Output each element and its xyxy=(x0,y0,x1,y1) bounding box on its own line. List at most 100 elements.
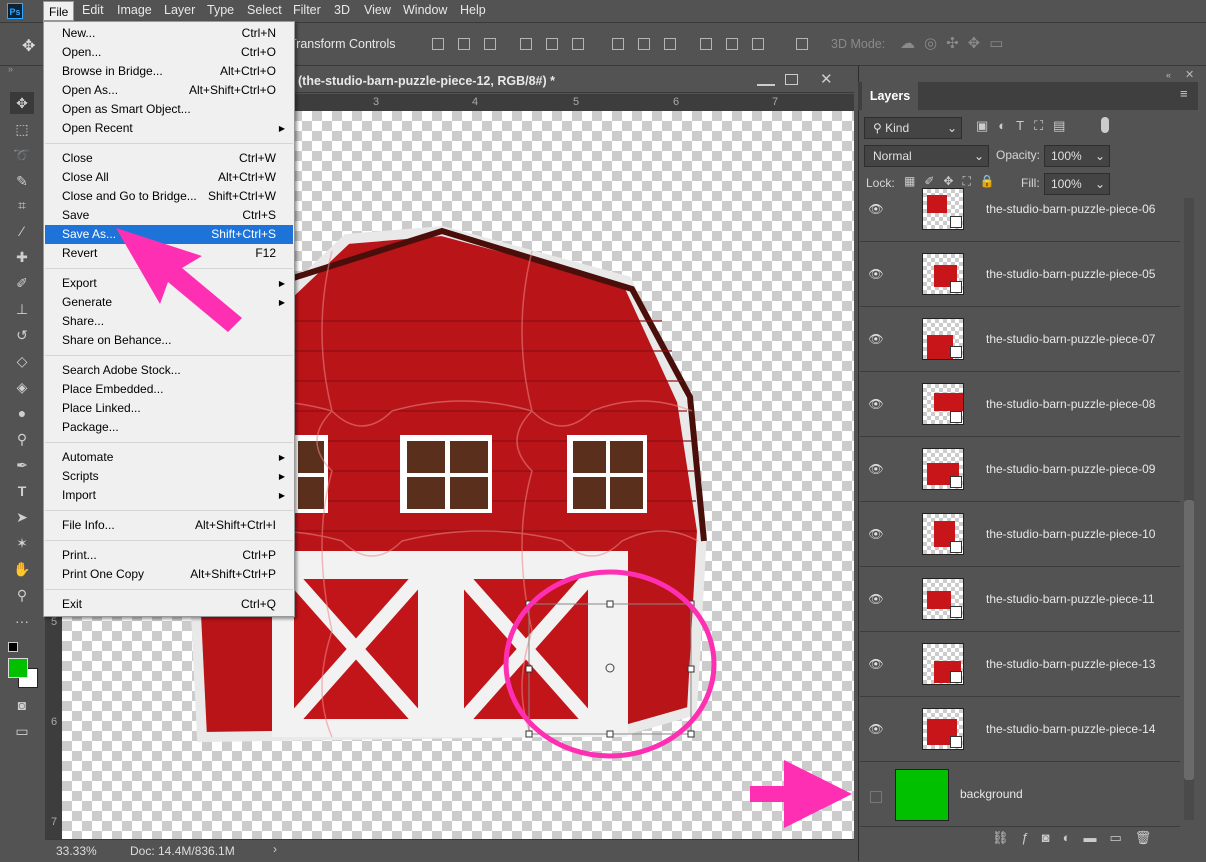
paint-bucket-tool-icon[interactable]: ◈ xyxy=(10,376,34,398)
menu-item-place-embedded[interactable]: Place Embedded... xyxy=(45,380,293,399)
type-tool-icon[interactable]: T xyxy=(10,480,34,502)
layer-name[interactable]: the-studio-barn-puzzle-piece-05 xyxy=(986,267,1155,281)
menu-item-place-linked[interactable]: Place Linked... xyxy=(45,399,293,418)
menu-filter[interactable]: Filter xyxy=(293,3,321,17)
layer-name[interactable]: background xyxy=(960,787,1023,801)
move-tool-icon[interactable]: ✥ xyxy=(10,92,34,114)
layer-footer-icons[interactable]: ⛓ƒ◙◐▬▭🗑 xyxy=(992,830,1164,846)
more-tools-icon[interactable]: ··· xyxy=(10,610,34,632)
maximize-icon[interactable] xyxy=(785,74,798,85)
lasso-tool-icon[interactable]: ➰ xyxy=(10,144,34,166)
crop-tool-icon[interactable]: ⌗ xyxy=(10,194,34,216)
menu-item-new[interactable]: New... Ctrl+N xyxy=(45,24,293,43)
menu-view[interactable]: View xyxy=(364,3,391,17)
clone-stamp-tool-icon[interactable]: ⊥ xyxy=(10,298,34,320)
visibility-eye-icon[interactable]: 👁 xyxy=(868,527,884,541)
transform-controls-label[interactable]: Transform Controls xyxy=(289,37,396,51)
screen-mode-icon[interactable]: ▭ xyxy=(10,720,34,742)
visibility-eye-icon[interactable]: 👁 xyxy=(868,202,884,216)
menu-file[interactable]: File xyxy=(43,1,75,21)
tab-layers[interactable]: Layers xyxy=(862,82,918,110)
align-top-icon[interactable] xyxy=(432,38,444,50)
align-right-icon[interactable] xyxy=(572,38,584,50)
menu-item-close-all[interactable]: Close All Alt+Ctrl+W xyxy=(45,168,293,187)
visibility-eye-icon[interactable]: 👁 xyxy=(868,332,884,346)
layer-name[interactable]: the-studio-barn-puzzle-piece-06 xyxy=(986,202,1155,216)
visibility-eye-icon[interactable]: 👁 xyxy=(868,397,884,411)
layer-name[interactable]: the-studio-barn-puzzle-piece-13 xyxy=(986,657,1155,671)
brush-tool-icon[interactable]: ✐ xyxy=(10,272,34,294)
menu-item-print[interactable]: Print... Ctrl+P xyxy=(45,546,293,565)
menu-layer[interactable]: Layer xyxy=(164,3,195,17)
menu-item-file-info[interactable]: File Info... Alt+Shift+Ctrl+I xyxy=(45,516,293,535)
menu-item-close-and-go-to-bridge[interactable]: Close and Go to Bridge... Shift+Ctrl+W xyxy=(45,187,293,206)
menu-image[interactable]: Image xyxy=(117,3,152,17)
hand-tool-icon[interactable]: ✋ xyxy=(10,558,34,580)
menu-item-import[interactable]: Import ▶ xyxy=(45,486,293,505)
zoom-tool-icon[interactable]: ⚲ xyxy=(10,584,34,606)
align-hcenter-icon[interactable] xyxy=(546,38,558,50)
foreground-color-swatch[interactable] xyxy=(8,658,28,678)
filter-type-icons[interactable]: ▣◐T⛶▤ xyxy=(976,118,1075,134)
blur-tool-icon[interactable]: ● xyxy=(10,402,34,424)
distribute-vcenter-icon[interactable] xyxy=(638,38,650,50)
quick-mask-icon[interactable]: ◙ xyxy=(10,694,34,716)
collapse-icon[interactable]: « xyxy=(1166,70,1171,80)
menu-3d[interactable]: 3D xyxy=(334,3,350,17)
panel-close-icon[interactable]: ✕ xyxy=(1185,68,1194,81)
visibility-eye-icon[interactable]: 👁 xyxy=(868,462,884,476)
menu-item-open-recent[interactable]: Open Recent ▶ xyxy=(45,119,293,138)
marquee-tool-icon[interactable]: ⬚ xyxy=(10,118,34,140)
pen-tool-icon[interactable]: ✒ xyxy=(10,454,34,476)
opacity-input[interactable]: 100% ⌄ xyxy=(1044,145,1110,167)
scrollbar-thumb[interactable] xyxy=(1184,500,1194,780)
distribute-hcenter-icon[interactable] xyxy=(726,38,738,50)
distribute-left-icon[interactable] xyxy=(700,38,712,50)
align-left-icon[interactable] xyxy=(520,38,532,50)
visibility-eye-icon[interactable]: 👁 xyxy=(868,592,884,606)
distribute-right-icon[interactable] xyxy=(752,38,764,50)
3d-mode-icons[interactable]: ☁◎✣✥▭ xyxy=(900,34,1012,52)
menu-select[interactable]: Select xyxy=(247,3,282,17)
distribute-bottom-icon[interactable] xyxy=(664,38,676,50)
minimize-icon[interactable] xyxy=(757,72,775,86)
default-colors-icon[interactable] xyxy=(8,642,18,652)
auto-align-icon[interactable] xyxy=(796,38,808,50)
filter-toggle-icon[interactable] xyxy=(1101,117,1109,133)
layer-name[interactable]: the-studio-barn-puzzle-piece-11 xyxy=(986,592,1155,606)
panel-menu-icon[interactable]: ≡ xyxy=(1180,86,1188,101)
status-menu-arrow-icon[interactable]: › xyxy=(273,842,277,856)
visibility-eye-icon[interactable]: 👁 xyxy=(868,267,884,281)
history-brush-tool-icon[interactable]: ↺ xyxy=(10,324,34,346)
path-selection-tool-icon[interactable]: ➤ xyxy=(10,506,34,528)
align-bottom-icon[interactable] xyxy=(484,38,496,50)
distribute-top-icon[interactable] xyxy=(612,38,624,50)
menu-help[interactable]: Help xyxy=(460,3,486,17)
layer-name[interactable]: the-studio-barn-puzzle-piece-09 xyxy=(986,462,1155,476)
layer-name[interactable]: the-studio-barn-puzzle-piece-14 xyxy=(986,722,1155,736)
menu-item-scripts[interactable]: Scripts ▶ xyxy=(45,467,293,486)
layer-name[interactable]: the-studio-barn-puzzle-piece-10 xyxy=(986,527,1155,541)
dodge-tool-icon[interactable]: ⚲ xyxy=(10,428,34,450)
quick-select-tool-icon[interactable]: ✎ xyxy=(10,170,34,192)
expand-icon[interactable]: » xyxy=(8,64,13,74)
menu-item-open[interactable]: Open... Ctrl+O xyxy=(45,43,293,62)
menu-item-package[interactable]: Package... xyxy=(45,418,293,437)
align-vcenter-icon[interactable] xyxy=(458,38,470,50)
blend-mode-select[interactable]: Normal ⌄ xyxy=(864,145,989,167)
zoom-level[interactable]: 33.33% xyxy=(56,844,97,858)
visibility-eye-icon[interactable]: 👁 xyxy=(868,722,884,736)
layer-name[interactable]: the-studio-barn-puzzle-piece-08 xyxy=(986,397,1155,411)
eraser-tool-icon[interactable]: ◇ xyxy=(10,350,34,372)
menu-window[interactable]: Window xyxy=(403,3,447,17)
menu-item-browse-in-bridge[interactable]: Browse in Bridge... Alt+Ctrl+O xyxy=(45,62,293,81)
close-icon[interactable]: ✕ xyxy=(820,70,833,88)
visibility-off-icon[interactable] xyxy=(870,791,882,803)
menu-item-open-as-smart-object[interactable]: Open as Smart Object... xyxy=(45,100,293,119)
menu-item-search-adobe-stock[interactable]: Search Adobe Stock... xyxy=(45,361,293,380)
eyedropper-tool-icon[interactable]: ⁄ xyxy=(10,220,34,242)
menu-item-open-as[interactable]: Open As... Alt+Shift+Ctrl+O xyxy=(45,81,293,100)
visibility-eye-icon[interactable]: 👁 xyxy=(868,657,884,671)
menu-type[interactable]: Type xyxy=(207,3,234,17)
menu-item-automate[interactable]: Automate ▶ xyxy=(45,448,293,467)
